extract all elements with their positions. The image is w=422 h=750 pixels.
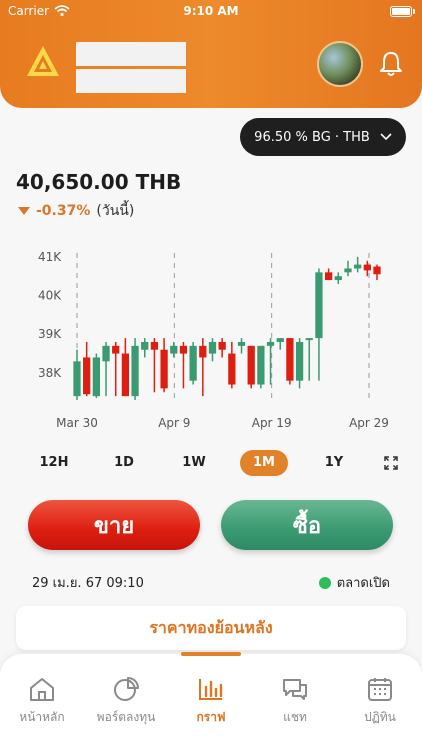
- nav-portfolio[interactable]: พอร์ตลงทุน: [84, 676, 168, 727]
- price-history-button[interactable]: ราคาทองย้อนหลัง: [16, 606, 406, 650]
- candle-body: [305, 338, 313, 341]
- candle-body: [92, 357, 100, 397]
- nav-home[interactable]: หน้าหลัก: [0, 676, 84, 727]
- profile-avatar[interactable]: [317, 41, 363, 87]
- nav-chat[interactable]: แชท: [253, 676, 337, 727]
- nav-chart-label: กราฟ: [196, 710, 226, 724]
- candle-body: [218, 341, 226, 350]
- nav-chat-label: แชท: [283, 710, 307, 724]
- range-1y[interactable]: 1Y: [310, 450, 358, 476]
- current-price: 40,650.00 THB: [16, 170, 182, 194]
- active-tab-indicator: [181, 652, 241, 656]
- asset-selector-label: 96.50 % BG · THB: [254, 129, 370, 145]
- candle-body: [199, 345, 207, 358]
- candle-body: [354, 264, 362, 269]
- triangle-down-icon: [18, 206, 30, 215]
- candle-body: [266, 341, 275, 346]
- price-chart[interactable]: 41K 40K 39K 38K Mar 30 Apr 9 Apr 19 Apr 29: [0, 240, 422, 440]
- buy-button[interactable]: ซื้อ: [221, 500, 393, 550]
- chevron-down-icon: [380, 133, 392, 141]
- nav-portfolio-label: พอร์ตลงทุน: [96, 710, 156, 724]
- range-1w[interactable]: 1W: [170, 450, 218, 476]
- range-1d[interactable]: 1D: [100, 450, 148, 476]
- asset-selector[interactable]: 96.50 % BG · THB: [240, 118, 406, 156]
- candle-body: [237, 341, 246, 346]
- range-1m[interactable]: 1M: [240, 450, 288, 476]
- candle-body: [315, 272, 323, 339]
- nav-home-label: หน้าหลัก: [19, 710, 65, 724]
- battery-icon: [390, 6, 415, 17]
- calendar-icon: [368, 678, 392, 701]
- y-tick-label: 38K: [38, 366, 62, 380]
- user-name-redacted: [76, 42, 186, 66]
- bar-chart-icon: [199, 679, 223, 700]
- gold-triangle-logo[interactable]: [26, 44, 60, 78]
- candle-body: [334, 276, 342, 281]
- candle-body: [228, 353, 236, 385]
- candle-body: [73, 361, 81, 397]
- candle-body: [102, 345, 110, 362]
- candle-body: [247, 345, 255, 385]
- x-tick-label: Apr 19: [252, 416, 292, 430]
- bell-icon[interactable]: [378, 50, 404, 78]
- candle-body: [141, 341, 149, 350]
- nav-calendar-label: ปฏิทิน: [364, 710, 396, 724]
- price-change-percent: -0.37%: [36, 203, 91, 219]
- candle-body: [189, 345, 197, 381]
- y-tick-label: 39K: [38, 327, 62, 341]
- y-tick-label: 40K: [38, 289, 62, 303]
- candle-body: [170, 345, 178, 354]
- nav-calendar[interactable]: ปฏิทิน: [338, 676, 422, 727]
- home-icon: [30, 678, 54, 701]
- candle-body: [179, 345, 188, 354]
- time-range-selector: 12H 1D 1W 1M 1Y: [30, 449, 402, 477]
- market-status: ตลาดเปิด: [318, 572, 390, 593]
- fullscreen-icon[interactable]: [380, 452, 402, 474]
- status-bar: Carrier 9:10 AM: [0, 4, 422, 20]
- candle-body: [150, 341, 159, 350]
- range-12h[interactable]: 12H: [30, 450, 78, 476]
- market-status-label: ตลาดเปิด: [336, 576, 390, 591]
- app-header: Carrier 9:10 AM: [0, 0, 422, 108]
- candle-body: [131, 345, 139, 397]
- last-updated: 29 เม.ย. 67 09:10: [32, 576, 144, 591]
- price-change: -0.37% (วันนี้): [18, 200, 134, 222]
- sell-button[interactable]: ขาย: [28, 500, 200, 550]
- user-info-redacted: [76, 69, 186, 93]
- pie-chart-icon: [114, 677, 139, 701]
- candle-body: [121, 353, 130, 397]
- candle-body: [286, 338, 294, 381]
- price-change-period: (วันนี้): [96, 203, 135, 219]
- candle-body: [324, 272, 333, 281]
- x-tick-label: Apr 9: [158, 416, 190, 430]
- candle-body: [295, 341, 304, 381]
- x-tick-label: Mar 30: [56, 416, 98, 430]
- candle-body: [83, 357, 91, 395]
- candle-body: [363, 264, 371, 271]
- y-tick-label: 41K: [38, 250, 62, 264]
- market-open-dot: [318, 576, 331, 589]
- bottom-nav: หน้าหลัก พอร์ตลงทุน กราฟ แชท ปฏิทิน: [0, 652, 422, 750]
- status-time: 9:10 AM: [183, 4, 239, 18]
- nav-chart[interactable]: กราฟ: [169, 676, 253, 727]
- x-tick-label: Apr 29: [349, 416, 389, 430]
- chat-icon: [283, 679, 307, 700]
- candle-body: [208, 341, 217, 354]
- candle-body: [112, 345, 120, 354]
- candle-body: [373, 266, 381, 275]
- candle-body: [276, 338, 284, 342]
- candle-body: [160, 349, 168, 389]
- candle-body: [344, 268, 352, 273]
- candle-body: [257, 345, 265, 385]
